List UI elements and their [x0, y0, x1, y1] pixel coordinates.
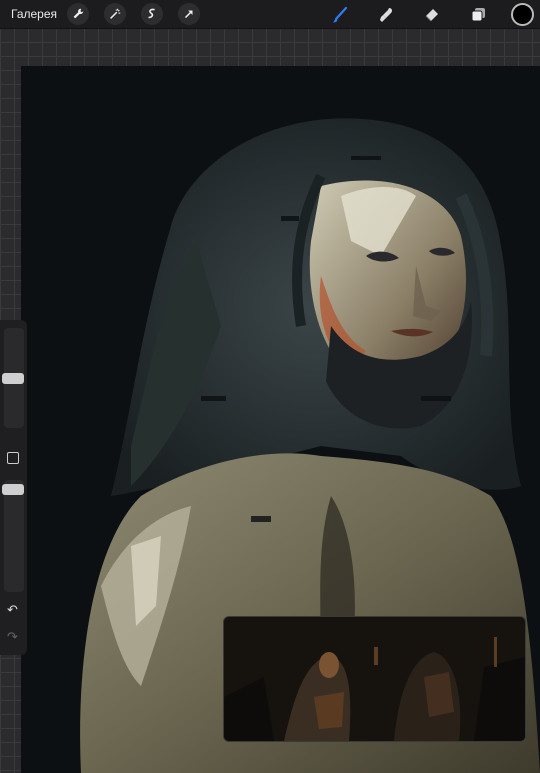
- actions-button[interactable]: [67, 3, 90, 25]
- brush-icon: [333, 6, 348, 22]
- selection-icon: [148, 8, 155, 19]
- painting-tools: [305, 3, 534, 26]
- undo-icon[interactable]: ↶: [7, 602, 18, 618]
- layers-button[interactable]: [467, 4, 489, 26]
- transform-button[interactable]: [178, 3, 201, 25]
- smudge-tool-button[interactable]: [375, 4, 397, 26]
- redo-icon[interactable]: ↷: [7, 629, 18, 645]
- selection-button[interactable]: [141, 3, 164, 25]
- magic-wand-icon: [110, 8, 121, 19]
- reference-image: [224, 617, 525, 741]
- eraser-icon: [425, 8, 438, 21]
- toolbar: Галерея: [0, 0, 540, 29]
- wrench-icon: [73, 8, 84, 19]
- brush-tool-button[interactable]: [329, 4, 351, 26]
- eraser-tool-button[interactable]: [421, 4, 443, 26]
- adjustments-button[interactable]: [104, 3, 127, 25]
- gallery-button[interactable]: Галерея: [11, 7, 57, 21]
- opacity-slider[interactable]: [2, 480, 24, 592]
- side-toolbar: ↶ ↷: [0, 320, 27, 655]
- modify-button[interactable]: [7, 452, 19, 464]
- smudge-icon: [380, 7, 393, 22]
- color-picker-button[interactable]: [511, 3, 534, 26]
- transform-arrow-icon: [184, 10, 193, 19]
- layers-icon: [471, 7, 485, 21]
- opacity-thumb[interactable]: [2, 484, 24, 495]
- brush-size-slider[interactable]: [2, 328, 24, 428]
- reference-window[interactable]: [223, 616, 526, 742]
- brush-size-thumb[interactable]: [2, 373, 24, 384]
